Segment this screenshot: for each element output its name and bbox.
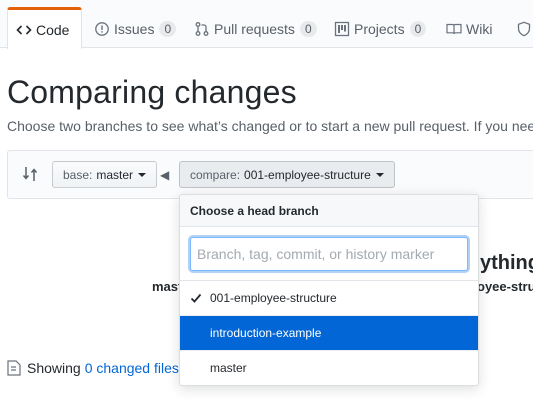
- tab-label: Wiki: [466, 20, 493, 37]
- check-icon: [190, 293, 202, 303]
- tab-label: Code: [36, 21, 70, 38]
- changed-files-summary: Showing 0 changed files: [7, 360, 179, 376]
- page-title: Comparing changes: [7, 74, 297, 110]
- pull-request-icon: [195, 21, 209, 36]
- changed-files-link[interactable]: 0 changed files: [85, 360, 179, 376]
- compare-label: compare:: [190, 167, 241, 182]
- compare-branch-button[interactable]: compare: 001-employee-structure: [179, 161, 395, 188]
- page-description: Choose two branches to see what’s change…: [7, 118, 533, 134]
- wiki-icon: [446, 23, 462, 34]
- branch-label: introduction-example: [210, 326, 322, 340]
- blankslate-heading-fragment: ything: [480, 252, 533, 274]
- repo-nav-tabs: Code Issues 0 Pull requests 0 Projects 0…: [0, 0, 533, 49]
- project-icon: [334, 21, 350, 36]
- tab-wiki[interactable]: Wiki: [446, 8, 492, 49]
- branch-label: 001-employee-structure: [210, 291, 337, 305]
- branch-filter-input[interactable]: [190, 237, 468, 271]
- dropdown-title: Choose a head branch: [180, 195, 478, 227]
- blankslate-compare-fragment: oyee-stru: [477, 279, 533, 294]
- base-branch-value: master: [96, 167, 134, 182]
- branch-item-master[interactable]: master: [180, 351, 478, 385]
- showing-prefix: Showing: [27, 360, 81, 376]
- arrow-left-icon: ◀: [160, 168, 170, 182]
- swap-branches-icon[interactable]: [22, 165, 38, 183]
- branch-label: master: [210, 361, 247, 375]
- caret-down-icon: [138, 172, 147, 177]
- branch-item-001-employee-structure[interactable]: 001-employee-structure: [180, 281, 478, 316]
- tab-pull-requests[interactable]: Pull requests 0: [194, 8, 317, 49]
- code-icon: [16, 24, 32, 35]
- head-branch-dropdown: Choose a head branch 001-employee-struct…: [179, 194, 479, 386]
- caret-down-icon: [375, 172, 384, 177]
- tab-security[interactable]: [516, 8, 533, 49]
- dropdown-filter: [180, 227, 478, 281]
- range-editor: base: master ◀ compare: 001-employee-str…: [7, 150, 533, 199]
- tab-code[interactable]: Code: [7, 7, 83, 49]
- branch-item-introduction-example[interactable]: introduction-example: [180, 316, 478, 351]
- tab-label: Issues: [114, 20, 155, 37]
- blankslate-base-fragment: mast: [152, 279, 183, 294]
- tab-issues[interactable]: Issues 0: [94, 8, 177, 49]
- shield-icon: [517, 21, 531, 36]
- base-branch-button[interactable]: base: master: [52, 161, 158, 188]
- tab-label: Projects: [354, 20, 405, 37]
- issues-counter: 0: [159, 20, 177, 37]
- compare-branch-value: 001-employee-structure: [244, 167, 371, 182]
- file-diff-icon: [7, 360, 21, 376]
- tab-label: Pull requests: [214, 20, 295, 37]
- issue-icon: [95, 21, 109, 36]
- pull-requests-counter: 0: [299, 20, 317, 37]
- base-label: base:: [63, 167, 93, 182]
- tab-projects[interactable]: Projects 0: [334, 8, 427, 49]
- projects-counter: 0: [409, 20, 427, 37]
